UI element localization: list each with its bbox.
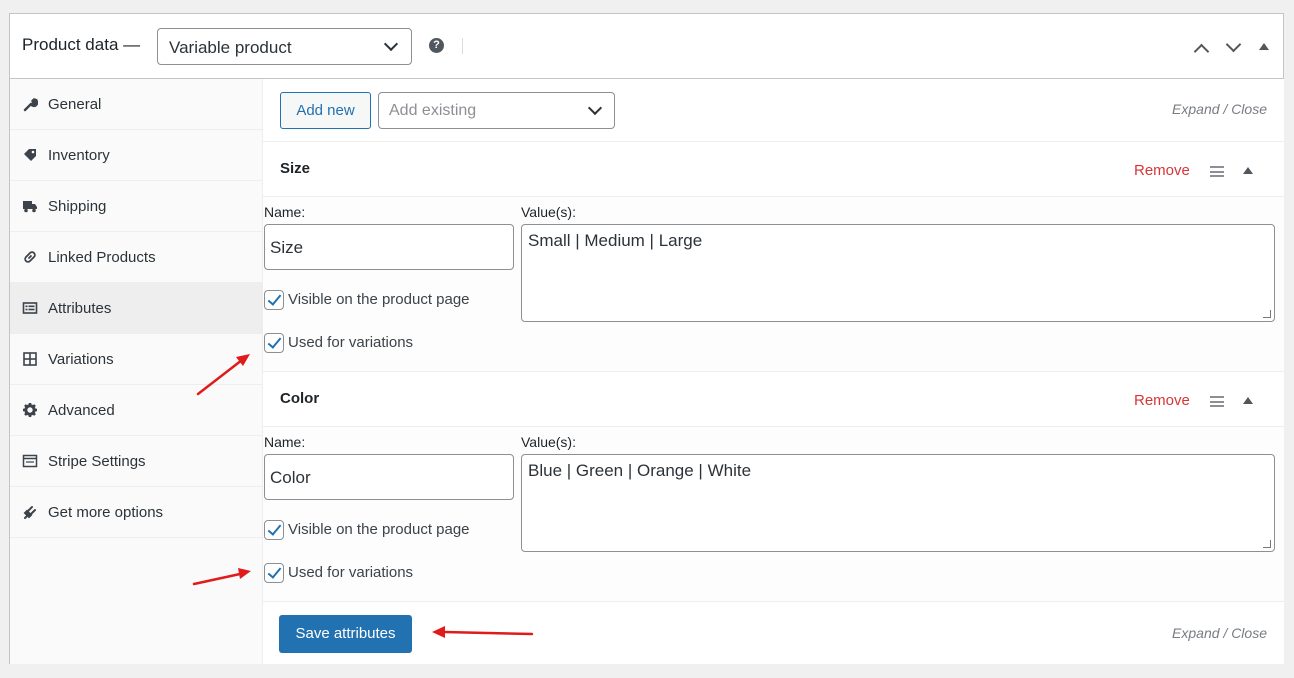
annotation-arrow-icon [192, 568, 251, 586]
annotation-arrow-icon [196, 354, 250, 396]
annotation-arrow-icon [432, 626, 534, 638]
annotation-arrows [192, 354, 534, 638]
